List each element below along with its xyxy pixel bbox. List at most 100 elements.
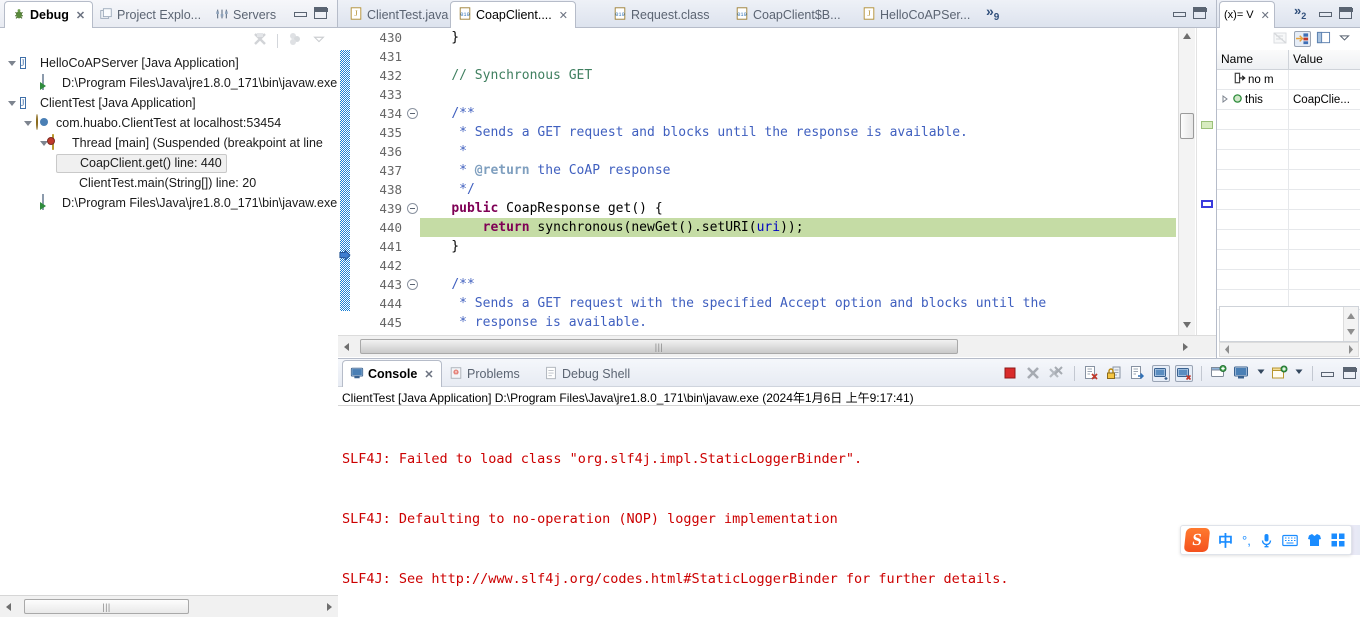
console-output[interactable]: SLF4J: Failed to load class "org.slf4j.i… (342, 409, 1356, 615)
code-line-highlighted[interactable]: return synchronous(newGet().setURI(uri))… (420, 218, 1176, 237)
show-console-on-output-icon[interactable] (1152, 364, 1170, 382)
editor-folding-column[interactable] (406, 28, 420, 335)
disconnect-icon[interactable] (252, 31, 268, 50)
variable-value-cell[interactable]: CoapClie... (1289, 94, 1360, 106)
table-row[interactable] (1217, 169, 1360, 190)
close-icon[interactable]: ✕ (559, 9, 568, 22)
table-row[interactable]: no m (1217, 69, 1360, 90)
tab-console[interactable]: Console ✕ (342, 360, 442, 387)
code-line[interactable] (420, 85, 1176, 104)
maximize-button[interactable] (314, 7, 328, 19)
collapse-all-icon[interactable] (1272, 31, 1289, 47)
selected-frame-wrapper[interactable]: CoapClient.get() line: 440 (56, 153, 227, 173)
code-line[interactable]: // Synchronous GET (420, 66, 1176, 85)
variable-name-cell[interactable] (1217, 209, 1289, 230)
expander-icon[interactable] (8, 59, 17, 68)
tab-debug-shell[interactable]: Debug Shell (537, 361, 637, 387)
tree-row-thread-main[interactable]: Thread [main] (Suspended (breakpoint at … (0, 133, 338, 153)
table-row[interactable] (1217, 129, 1360, 150)
scroll-up-icon[interactable] (1346, 309, 1356, 323)
scroll-down-icon[interactable] (1346, 325, 1356, 339)
editor-horizontal-scrollbar[interactable]: ||| (338, 335, 1216, 357)
table-row[interactable] (1217, 189, 1360, 210)
chevron-down-icon[interactable] (312, 32, 326, 49)
detail-vertical-scrollbar[interactable] (1343, 307, 1358, 341)
tab-problems[interactable]: Problems (442, 361, 527, 387)
expander-icon[interactable] (8, 99, 17, 108)
code-line[interactable]: */ (420, 180, 1176, 199)
tab-variables[interactable]: (x)= V ✕ (1219, 1, 1275, 28)
editor-overview-ruler[interactable] (1196, 28, 1216, 335)
maximize-button[interactable] (1193, 7, 1207, 19)
code-line[interactable]: /** (420, 104, 1176, 123)
open-console-icon[interactable] (1271, 365, 1289, 382)
view-menu-icon[interactable] (287, 31, 303, 50)
tab-hellocoapserver-java[interactable]: J HelloCoAPSer... (855, 2, 977, 28)
scroll-right-icon[interactable] (1179, 341, 1191, 353)
overview-marker-highlight[interactable] (1201, 121, 1213, 129)
minimize-button[interactable] (1319, 10, 1332, 17)
scroll-left-icon[interactable] (341, 341, 353, 353)
open-console-chevron-icon[interactable] (1294, 365, 1304, 382)
variable-name-cell[interactable] (1217, 229, 1289, 250)
column-header-name[interactable]: Name (1217, 50, 1289, 69)
code-line[interactable] (420, 47, 1176, 66)
punctuation-mode-icon[interactable]: °, (1242, 533, 1251, 548)
code-line[interactable]: } (420, 237, 1176, 256)
column-header-value[interactable]: Value (1289, 50, 1360, 69)
scroll-down-icon[interactable] (1181, 319, 1193, 333)
close-icon[interactable]: ✕ (424, 368, 433, 381)
variable-name-cell[interactable] (1217, 129, 1289, 150)
terminate-icon[interactable] (1002, 365, 1020, 382)
variable-name-cell[interactable] (1217, 169, 1289, 190)
variables-table[interactable]: Name Value no m this CoapClie... (1217, 50, 1360, 310)
table-row[interactable] (1217, 109, 1360, 130)
tab-request-class[interactable]: 010 Request.class (606, 2, 717, 28)
close-icon[interactable]: ✕ (1261, 9, 1270, 22)
expander-icon[interactable] (1220, 93, 1230, 107)
scroll-thumb[interactable]: ||| (24, 599, 189, 614)
scroll-up-icon[interactable] (1181, 30, 1193, 44)
code-line[interactable]: } (420, 28, 1176, 47)
scroll-thumb[interactable] (1180, 113, 1194, 139)
variable-name-cell[interactable] (1217, 269, 1289, 290)
layout-icon[interactable] (1316, 31, 1333, 47)
tree-row-frame-clienttest-main[interactable]: ClientTest.main(String[]) line: 20 (0, 173, 338, 193)
tree-row-frame-coapclient-get[interactable]: CoapClient.get() line: 440 (0, 153, 338, 173)
minimize-button[interactable] (1321, 370, 1334, 377)
tab-servers[interactable]: Servers (208, 2, 283, 28)
clear-console-icon[interactable] (1083, 365, 1101, 382)
editor-tab-overflow-button[interactable]: »9 (986, 3, 999, 23)
expander-icon[interactable] (24, 119, 33, 128)
variable-name-cell[interactable] (1217, 109, 1289, 130)
voice-input-icon[interactable] (1260, 533, 1273, 548)
table-row[interactable] (1217, 149, 1360, 170)
variable-name-cell[interactable] (1217, 189, 1289, 210)
remove-all-launches-icon[interactable] (1048, 365, 1066, 382)
tab-clienttest-java[interactable]: J ClientTest.java (342, 2, 455, 28)
toolbox-icon[interactable] (1331, 533, 1345, 547)
tab-project-explorer[interactable]: Project Explo... (92, 2, 208, 28)
table-row[interactable] (1217, 209, 1360, 230)
tree-row-clienttest[interactable]: J ClientTest [Java Application] (0, 93, 338, 113)
code-line[interactable]: * @return the CoAP response (420, 161, 1176, 180)
skin-icon[interactable] (1307, 533, 1322, 547)
variables-detail-pane[interactable] (1219, 306, 1359, 342)
pin-console-icon[interactable] (1210, 364, 1228, 382)
fold-collapse-icon[interactable] (407, 203, 418, 214)
fold-collapse-icon[interactable] (407, 108, 418, 119)
table-row[interactable]: this CoapClie... (1217, 89, 1360, 110)
scroll-left-icon[interactable] (1222, 344, 1232, 358)
code-line[interactable]: * Sends a GET request and blocks until t… (420, 123, 1176, 142)
scroll-thumb[interactable]: ||| (360, 339, 958, 354)
tab-coapclient-b-class[interactable]: 010 CoapClient$B... (728, 2, 848, 28)
show-console-on-error-icon[interactable] (1175, 364, 1193, 382)
scroll-left-icon[interactable] (3, 601, 15, 613)
maximize-button[interactable] (1339, 7, 1353, 19)
remove-launch-icon[interactable] (1025, 365, 1043, 382)
scroll-right-icon[interactable] (1346, 344, 1356, 358)
table-row[interactable] (1217, 249, 1360, 270)
view-menu-chevron-icon[interactable] (1338, 31, 1355, 47)
tab-coapclient-class[interactable]: 010 CoapClient.... ✕ (450, 1, 576, 28)
tab-debug[interactable]: Debug ✕ (4, 1, 94, 28)
